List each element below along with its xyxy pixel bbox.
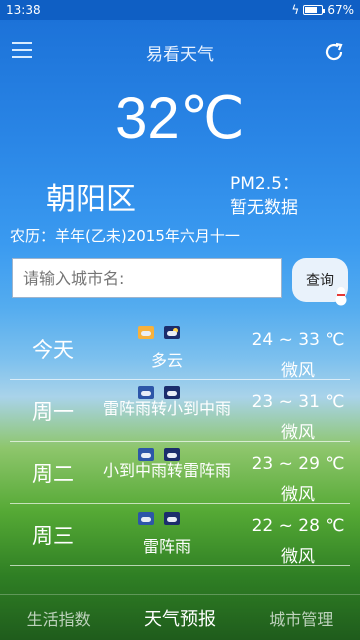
pm25-label: PM2.5： (230, 174, 299, 194)
app-title: 易看天气 (146, 45, 214, 65)
cloudy-sun-icon (138, 326, 154, 339)
status-indicators: ϟ 67% (291, 3, 354, 17)
forecast-wind: 微风 (281, 485, 315, 505)
forecast-range: 23 ~ 29 ℃ (251, 454, 345, 474)
forecast-wind: 微风 (281, 547, 315, 567)
thunderstorm-icon (138, 512, 154, 525)
app-bar: 易看天气 (0, 30, 360, 74)
forecast-row: 周二 小到中雨转雷阵雨 23 ~ 29 ℃ 微风 (10, 442, 350, 505)
refresh-icon[interactable] (322, 40, 346, 64)
charging-icon: ϟ (291, 3, 300, 17)
nav-city-manage[interactable]: 城市管理 (269, 606, 333, 630)
forecast-desc: 多云 (150, 351, 183, 370)
status-bar: 13:38 ϟ 67% (0, 0, 360, 20)
pm25-value: 暂无数据 (230, 198, 298, 218)
forecast-day: 今天 (32, 338, 74, 362)
lunar-date: 农历：羊年(乙未)2015年六月十一 (10, 227, 240, 245)
nav-weather-forecast[interactable]: 天气预报 (144, 605, 216, 631)
forecast-list: 今天 多云 24 ~ 33 ℃ 微风 周一 雷阵雨转小到中雨 23 ~ 31 ℃… (10, 318, 350, 567)
forecast-desc: 雷阵雨转小到中雨 (102, 399, 231, 418)
forecast-desc: 雷阵雨 (142, 537, 191, 556)
pm25-info: PM2.5： 暂无数据 (230, 172, 299, 220)
district-name: 朝阳区 (46, 182, 136, 217)
forecast-day: 周二 (32, 462, 74, 486)
forecast-desc: 小到中雨转雷阵雨 (102, 461, 231, 480)
snowman-icon (335, 287, 347, 306)
forecast-day: 周一 (32, 400, 74, 424)
cloudy-moon-icon (164, 326, 180, 339)
battery-icon (303, 5, 326, 15)
weather-icons (138, 512, 180, 525)
status-time: 13:38 (6, 3, 41, 17)
bottom-nav: 生活指数 天气预报 城市管理 (0, 594, 360, 640)
forecast-range: 24 ~ 33 ℃ (251, 330, 345, 350)
city-search-input[interactable] (12, 258, 282, 298)
forecast-row: 今天 多云 24 ~ 33 ℃ 微风 (10, 318, 350, 381)
forecast-wind: 微风 (281, 361, 315, 381)
forecast-range: 22 ~ 28 ℃ (251, 516, 345, 536)
nav-life-index[interactable]: 生活指数 (27, 606, 91, 630)
forecast-row: 周三 雷阵雨 22 ~ 28 ℃ 微风 (10, 504, 350, 567)
forecast-row: 周一 雷阵雨转小到中雨 23 ~ 31 ℃ 微风 (10, 380, 350, 443)
thunderstorm-icon (164, 512, 180, 525)
current-temperature: 32℃ (115, 86, 245, 151)
weather-icons (138, 326, 180, 339)
forecast-range: 23 ~ 31 ℃ (251, 392, 345, 412)
forecast-wind: 微风 (281, 423, 315, 443)
forecast-day: 周三 (32, 524, 74, 548)
battery-percent: 67% (327, 3, 354, 17)
